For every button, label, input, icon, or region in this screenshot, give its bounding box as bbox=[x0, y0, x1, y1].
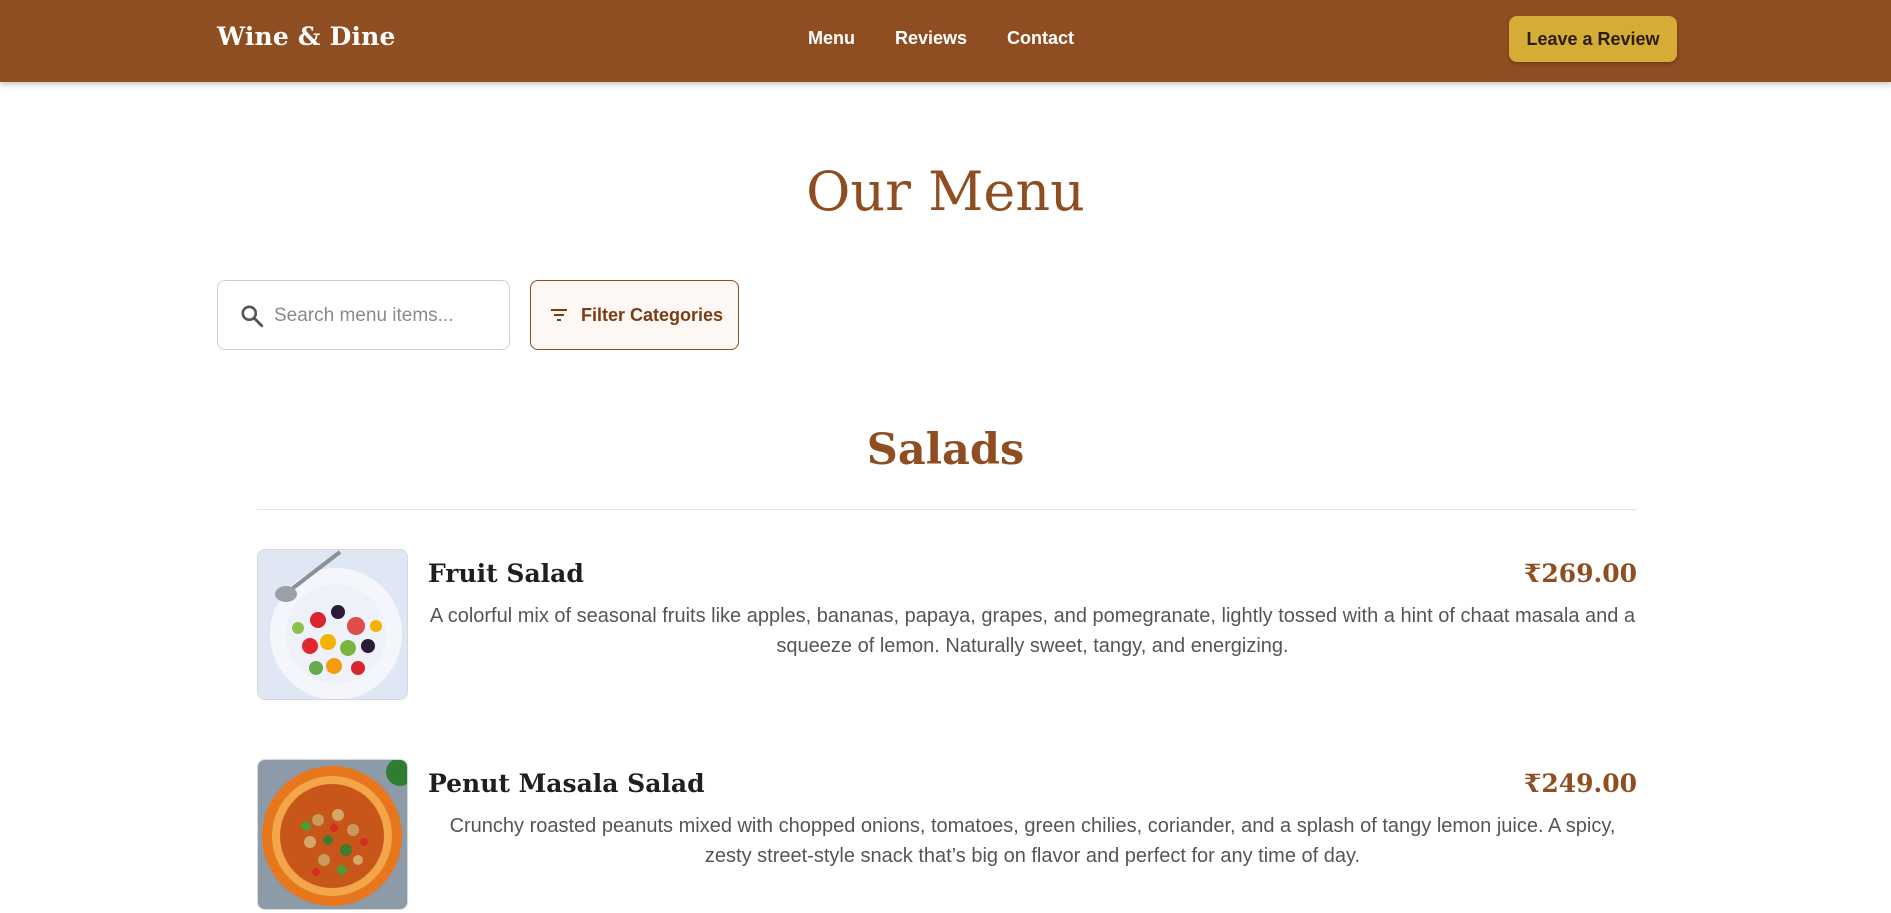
menu-item-price: ₹269.00 bbox=[1523, 559, 1637, 588]
page-title: Our Menu bbox=[806, 160, 1085, 223]
fruit-salad-image bbox=[257, 549, 408, 700]
nav-link-menu[interactable]: Menu bbox=[808, 28, 855, 49]
nav-link-contact[interactable]: Contact bbox=[1007, 28, 1074, 49]
category-heading: Salads bbox=[866, 425, 1025, 475]
nav-links: Menu Reviews Contact bbox=[808, 28, 1114, 49]
top-navbar: Wine & Dine Menu Reviews Contact Leave a… bbox=[0, 0, 1891, 82]
search-box[interactable] bbox=[217, 280, 510, 350]
search-input[interactable] bbox=[274, 293, 502, 339]
menu-item-name: Fruit Salad bbox=[428, 559, 584, 588]
filter-categories-button[interactable]: Filter Categories bbox=[530, 280, 739, 350]
nav-link-reviews[interactable]: Reviews bbox=[895, 28, 967, 49]
menu-item-description: Crunchy roasted peanuts mixed with chopp… bbox=[449, 815, 1616, 867]
peanut-masala-salad-image bbox=[257, 759, 408, 910]
menu-item-name: Penut Masala Salad bbox=[428, 769, 705, 798]
search-icon bbox=[241, 305, 264, 328]
brand-logo[interactable]: Wine & Dine bbox=[217, 22, 396, 51]
filter-icon bbox=[551, 309, 567, 321]
menu-item-price: ₹249.00 bbox=[1523, 769, 1637, 798]
menu-item-card[interactable]: Penut Masala Salad ₹249.00 Crunchy roast… bbox=[257, 759, 1637, 911]
menu-item-card[interactable]: Fruit Salad ₹269.00 A colorful mix of se… bbox=[257, 549, 1637, 701]
category-divider bbox=[257, 509, 1637, 510]
filter-categories-label: Filter Categories bbox=[581, 304, 724, 325]
leave-review-button[interactable]: Leave a Review bbox=[1509, 16, 1677, 62]
menu-item-description: A colorful mix of seasonal fruits like a… bbox=[429, 605, 1636, 657]
